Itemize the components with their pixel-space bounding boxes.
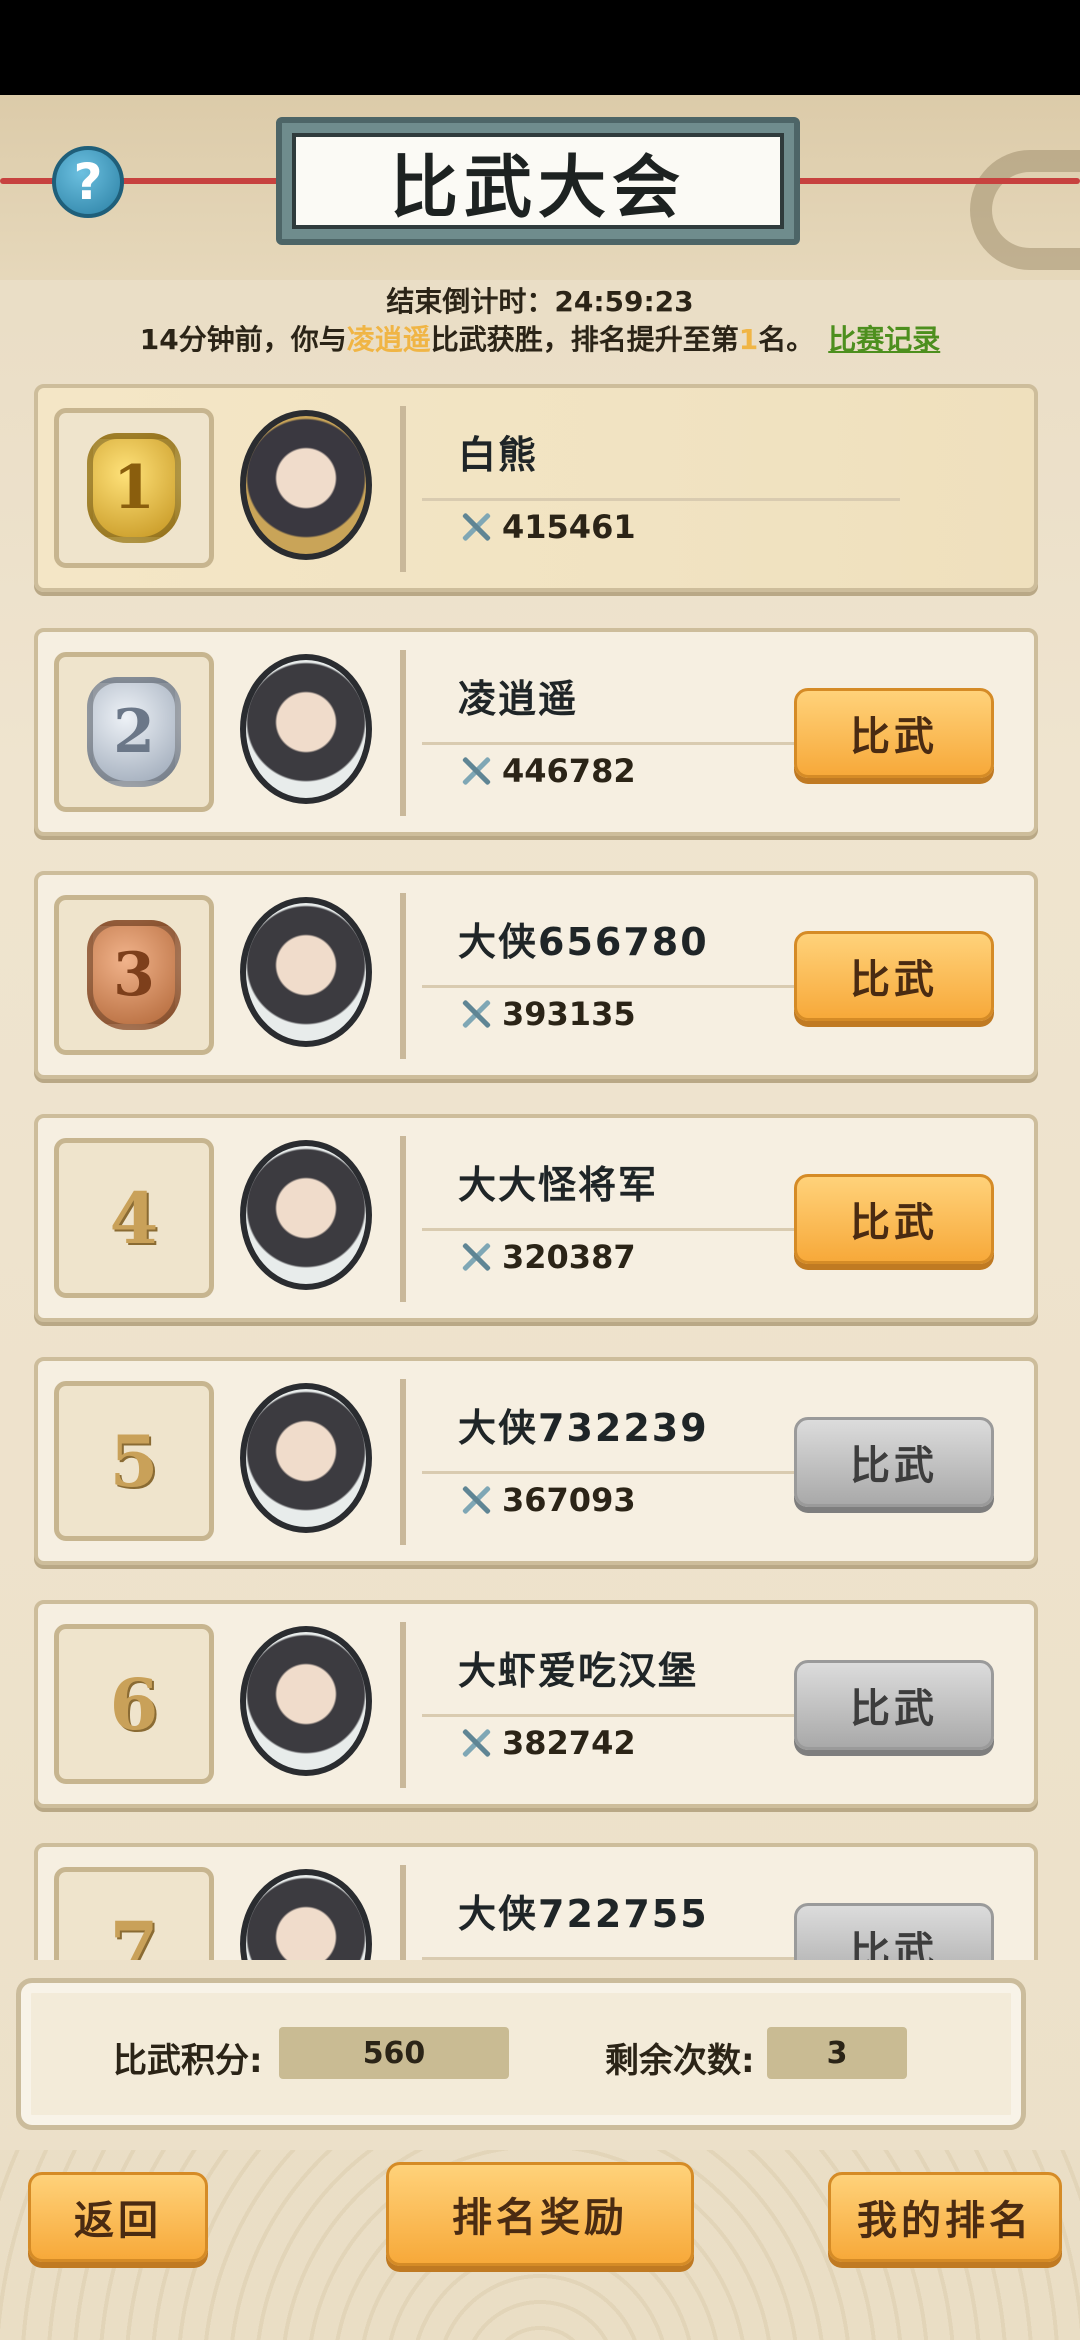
ranking-list[interactable]: 1 白熊 415461 2 凌逍遥 446782 比武 3 大侠656780 3… (34, 384, 1038, 1960)
player-name: 大虾爱吃汉堡 (458, 1649, 699, 1693)
rank-badge: 1 (54, 408, 214, 568)
rope-right (780, 178, 1080, 184)
notice-suffix: 名。 (758, 323, 815, 356)
challenge-button[interactable]: 比武 (794, 1174, 994, 1264)
player-name: 大大怪将军 (458, 1163, 659, 1207)
ranking-row: 6 大虾爱吃汉堡 382742 比武 (34, 1600, 1038, 1808)
crossed-swords-icon (458, 996, 494, 1032)
silver-medal-icon: 2 (87, 677, 181, 787)
combat-power: 382742 (458, 1724, 636, 1762)
rank-badge: 4 (54, 1138, 214, 1298)
crossed-swords-icon (458, 1725, 494, 1761)
player-name: 大侠722755 (458, 1892, 709, 1936)
remaining-value: 3 (767, 2027, 907, 2079)
ranking-row: 3 大侠656780 393135 比武 (34, 871, 1038, 1079)
avatar[interactable] (240, 897, 372, 1047)
rank-badge: 5 (54, 1381, 214, 1541)
rank-badge: 6 (54, 1624, 214, 1784)
remaining-label: 剩余次数: (605, 2041, 755, 2081)
my-ranking-button[interactable]: 我的排名 (828, 2172, 1062, 2262)
avatar[interactable] (240, 1140, 372, 1290)
cloud-decoration (970, 150, 1080, 270)
notice-rank: 1 (738, 323, 759, 356)
notice-middle: 比武获胜，排名提升至第 (430, 323, 739, 356)
gold-medal-icon: 1 (87, 433, 181, 543)
rank-badge: 2 (54, 652, 214, 812)
match-record-link[interactable]: 比赛记录 (828, 323, 940, 356)
avatar[interactable] (240, 410, 372, 560)
rank-number: 7 (109, 1905, 159, 1961)
combat-power: 367093 (458, 1481, 636, 1519)
player-info: 白熊 415461 (400, 406, 1020, 572)
rank-number: 6 (109, 1662, 159, 1746)
title-plaque: 比武大会 (276, 117, 800, 245)
crossed-swords-icon (458, 1239, 494, 1275)
combat-power: 320387 (458, 1238, 636, 1276)
player-name: 大侠732239 (458, 1406, 709, 1450)
back-button[interactable]: 返回 (28, 2172, 208, 2262)
combat-power: 446782 (458, 752, 636, 790)
countdown-label: 结束倒计时： (386, 285, 555, 318)
power-value: 446782 (502, 752, 636, 790)
player-name: 凌逍遥 (458, 677, 579, 721)
points-label: 比武积分: (113, 2041, 263, 2081)
challenge-button[interactable]: 比武 (794, 688, 994, 778)
rank-number: 5 (109, 1419, 159, 1503)
notice-opponent: 凌逍遥 (346, 323, 431, 356)
help-icon[interactable]: ? (52, 146, 124, 218)
crossed-swords-icon (458, 509, 494, 545)
crossed-swords-icon (458, 1482, 494, 1518)
power-value: 415461 (502, 508, 636, 546)
avatar[interactable] (240, 1626, 372, 1776)
power-value: 367093 (502, 1481, 636, 1519)
ranking-row: 7 大侠722755 比武 (34, 1843, 1038, 1960)
power-value: 382742 (502, 1724, 636, 1762)
avatar[interactable] (240, 654, 372, 804)
stats-panel: 比武积分: 560 剩余次数: 3 (16, 1978, 1026, 2130)
challenge-button[interactable]: 比武 (794, 1660, 994, 1750)
combat-power: 393135 (458, 995, 636, 1033)
bronze-medal-icon: 3 (87, 920, 181, 1030)
player-name: 大侠656780 (458, 920, 709, 964)
ranking-row: 5 大侠732239 367093 比武 (34, 1357, 1038, 1565)
crossed-swords-icon (458, 753, 494, 789)
avatar[interactable] (240, 1869, 372, 1960)
power-value: 320387 (502, 1238, 636, 1276)
rank-badge: 3 (54, 895, 214, 1055)
points-value: 560 (279, 2027, 509, 2079)
rope-left (0, 178, 300, 184)
ranking-rewards-button[interactable]: 排名奖励 (386, 2162, 694, 2266)
combat-power: 415461 (458, 508, 636, 546)
challenge-button[interactable]: 比武 (794, 1903, 994, 1960)
player-name: 白熊 (458, 433, 539, 477)
rank-badge: 7 (54, 1867, 214, 1960)
status-bar (0, 0, 1080, 95)
challenge-button[interactable]: 比武 (794, 1417, 994, 1507)
help-symbol: ? (73, 153, 103, 211)
power-value: 393135 (502, 995, 636, 1033)
countdown-text: 结束倒计时：24:59:23 (0, 280, 1080, 320)
ranking-row: 1 白熊 415461 (34, 384, 1038, 592)
battle-notice: 14分钟前，你与凌逍遥比武获胜，排名提升至第1名。 比赛记录 (0, 318, 1080, 358)
countdown-value: 24:59:23 (554, 285, 694, 318)
page-title: 比武大会 (292, 133, 784, 229)
avatar[interactable] (240, 1383, 372, 1533)
challenge-button[interactable]: 比武 (794, 931, 994, 1021)
rank-number: 4 (109, 1176, 159, 1260)
ranking-row: 4 大大怪将军 320387 比武 (34, 1114, 1038, 1322)
notice-prefix: 14分钟前，你与 (139, 323, 347, 356)
ranking-row: 2 凌逍遥 446782 比武 (34, 628, 1038, 836)
